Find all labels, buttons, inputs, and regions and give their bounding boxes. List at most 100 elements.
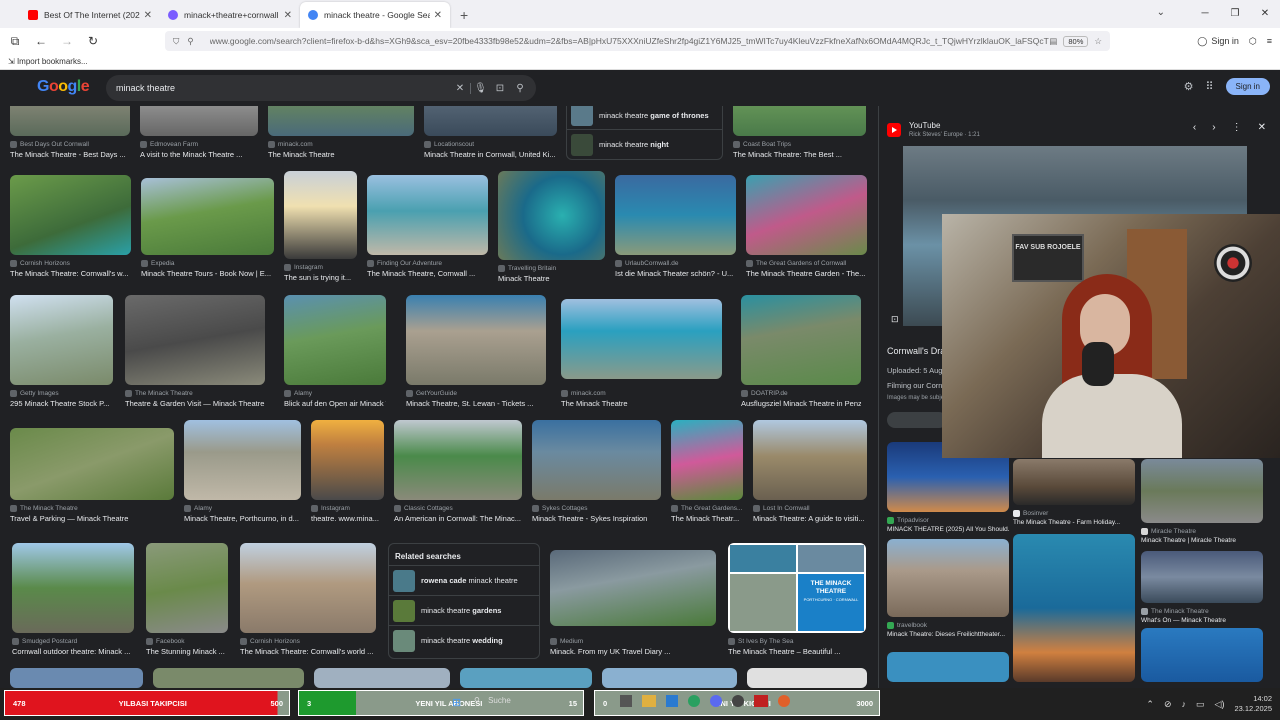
- zoom-level[interactable]: 80%: [1063, 35, 1089, 47]
- firefox-icon[interactable]: [778, 695, 790, 707]
- result-image[interactable]: [394, 420, 522, 500]
- result-title[interactable]: The Minack Theatre - Best Days ...: [10, 150, 130, 159]
- panel-related-card[interactable]: travelbook Minack Theatre: Dieses Freili…: [887, 539, 1009, 638]
- image-result[interactable]: Coast Boat Trips The Minack Theatre: The…: [733, 106, 866, 159]
- image-result[interactable]: The Minack Theatre Travel & Parking — Mi…: [10, 428, 174, 523]
- url-text[interactable]: www.google.com/search?client=firefox-b-d…: [210, 36, 1050, 46]
- result-image[interactable]: [12, 543, 134, 633]
- image-result[interactable]: DOATRIP.de Ausflugsziel Minack Theatre i…: [741, 295, 861, 408]
- result-title[interactable]: Blick auf den Open air Minack T...: [284, 399, 386, 408]
- card-image[interactable]: [887, 539, 1009, 617]
- result-image[interactable]: [140, 106, 258, 136]
- result-title[interactable]: Theatre & Garden Visit — Minack Theatre: [125, 399, 265, 408]
- obs-icon[interactable]: [732, 695, 744, 707]
- image-result[interactable]: Cornish Horizons The Minack Theatre: Cor…: [240, 543, 376, 656]
- result-image[interactable]: [615, 175, 736, 255]
- image-result[interactable]: The Great Gardens of Cornwall The Minack…: [746, 175, 867, 278]
- result-title[interactable]: Minack Theatre, St. Lewan - Tickets ...: [406, 399, 546, 408]
- result-image[interactable]: [424, 106, 557, 136]
- image-result[interactable]: Travelling Britain Minack Theatre: [498, 171, 605, 283]
- shield-icon[interactable]: ⛉: [173, 36, 179, 47]
- result-title[interactable]: 295 Minack Theatre Stock P...: [10, 399, 113, 408]
- windows-start-icon[interactable]: ⊞: [452, 696, 461, 709]
- task-view-icon[interactable]: [620, 695, 632, 707]
- file-explorer-icon[interactable]: [642, 695, 656, 707]
- result-image[interactable]: [311, 420, 384, 500]
- card-title[interactable]: MINACK THEATRE (2025) All You Should...: [887, 526, 1009, 533]
- result-image[interactable]: [125, 295, 265, 385]
- result-image[interactable]: [10, 428, 174, 500]
- card-image[interactable]: [1013, 459, 1135, 505]
- result-image[interactable]: [10, 295, 113, 385]
- image-result[interactable]: Expedia Minack Theatre Tours - Book Now …: [141, 178, 274, 278]
- close-window-icon[interactable]: ✕: [1250, 0, 1280, 28]
- panel-related-card[interactable]: Bosinver The Minack Theatre - Farm Holid…: [1013, 459, 1135, 526]
- result-title[interactable]: The Stunning Minack ...: [146, 647, 228, 656]
- card-image[interactable]: [1141, 551, 1263, 603]
- restore-icon[interactable]: ❐: [1220, 0, 1250, 28]
- sidebar-toggle-icon[interactable]: ⧉: [4, 34, 26, 49]
- result-image[interactable]: [747, 668, 867, 688]
- clock[interactable]: 14:02 23.12.2025: [1234, 694, 1272, 714]
- chevron-up-icon[interactable]: ⌃: [1146, 699, 1154, 710]
- chevron-left-icon[interactable]: ‹: [1193, 122, 1196, 133]
- result-title[interactable]: The Minack Theatre: Cornwall's world ...: [240, 647, 376, 656]
- result-image[interactable]: [141, 178, 274, 255]
- image-result[interactable]: Getty Images 295 Minack Theatre Stock P.…: [10, 295, 113, 408]
- visit-button[interactable]: [887, 412, 947, 428]
- lens-search-icon[interactable]: ⊡: [891, 314, 899, 325]
- image-result[interactable]: The Minack Theatre Theatre & Garden Visi…: [125, 295, 265, 408]
- card-title[interactable]: Minack Theatre: Dieses Freilichttheater.…: [887, 631, 1009, 638]
- panel-related-card[interactable]: [887, 652, 1009, 682]
- browser-signin-button[interactable]: Sign in: [1211, 36, 1239, 46]
- card-title[interactable]: Minack Theatre | Miracle Theatre: [1141, 537, 1263, 544]
- card-image[interactable]: [887, 652, 1009, 682]
- result-image[interactable]: [314, 668, 450, 688]
- source-header[interactable]: YouTube Rick Steves' Europe · 1:21: [887, 121, 980, 138]
- lens-icon[interactable]: ⊡: [490, 83, 510, 94]
- result-title[interactable]: The Minack Theatre: Cornwall's w...: [10, 269, 131, 278]
- related-search-item[interactable]: rowena cade minack theatre: [389, 565, 539, 595]
- image-result[interactable]: Alamy Minack Theatre, Porthcurno, in d..…: [184, 420, 301, 523]
- result-image[interactable]: [10, 668, 143, 688]
- result-image[interactable]: [460, 668, 592, 688]
- search-input[interactable]: minack theatre: [116, 83, 450, 93]
- image-result[interactable]: minack.com The Minack Theatre: [268, 106, 414, 159]
- apps-grid-icon[interactable]: ⠿: [1205, 80, 1213, 93]
- image-result[interactable]: UrlaubCornwall.de Ist die Minack Theater…: [615, 175, 736, 278]
- account-icon[interactable]: ◯: [1197, 36, 1207, 47]
- result-image[interactable]: [753, 420, 867, 500]
- source-name[interactable]: YouTube: [909, 121, 980, 130]
- image-result[interactable]: [460, 668, 592, 688]
- result-image[interactable]: [284, 171, 357, 259]
- preview-title[interactable]: Cornwall's Dra: [887, 346, 945, 356]
- result-title[interactable]: A visit to the Minack Theatre ...: [140, 150, 258, 159]
- edge-icon[interactable]: [688, 695, 700, 707]
- google-signin-button[interactable]: Sign in: [1225, 78, 1270, 95]
- result-title[interactable]: Minack Theatre: A guide to visiti...: [753, 514, 867, 523]
- card-image[interactable]: [1013, 534, 1135, 682]
- app-icon[interactable]: [754, 695, 768, 707]
- result-image[interactable]: [367, 175, 488, 255]
- result-image[interactable]: [10, 175, 131, 255]
- result-image[interactable]: [240, 543, 376, 633]
- image-result[interactable]: GetYourGuide Minack Theatre, St. Lewan -…: [406, 295, 546, 408]
- import-bookmarks-link[interactable]: Import bookmarks...: [17, 57, 88, 66]
- related-search-item[interactable]: minack theatre gardens: [389, 595, 539, 625]
- result-title[interactable]: The sun is trying it...: [284, 273, 357, 282]
- store-icon[interactable]: [666, 695, 678, 707]
- result-title[interactable]: The Minack Theatr...: [671, 514, 743, 523]
- forward-icon[interactable]: →: [56, 34, 78, 48]
- new-tab-icon[interactable]: +: [460, 7, 468, 23]
- bookmark-star-icon[interactable]: ☆: [1094, 36, 1102, 47]
- result-title[interactable]: Ist die Minack Theater schön? - U...: [615, 269, 736, 278]
- close-tab-icon[interactable]: ✕: [434, 10, 442, 21]
- result-title[interactable]: The Minack Theatre: The Best ...: [733, 150, 866, 159]
- chevron-right-icon[interactable]: ›: [1212, 122, 1215, 133]
- result-title[interactable]: Minack. From my UK Travel Diary ...: [550, 647, 716, 656]
- related-search-item[interactable]: minack theatre wedding: [389, 625, 539, 655]
- close-icon[interactable]: ✕: [1258, 122, 1266, 133]
- image-result[interactable]: Alamy Blick auf den Open air Minack T...: [284, 295, 386, 408]
- address-bar[interactable]: ⛉ ⚲ www.google.com/search?client=firefox…: [165, 31, 1110, 51]
- image-result[interactable]: Instagram theatre. www.mina...: [311, 420, 384, 523]
